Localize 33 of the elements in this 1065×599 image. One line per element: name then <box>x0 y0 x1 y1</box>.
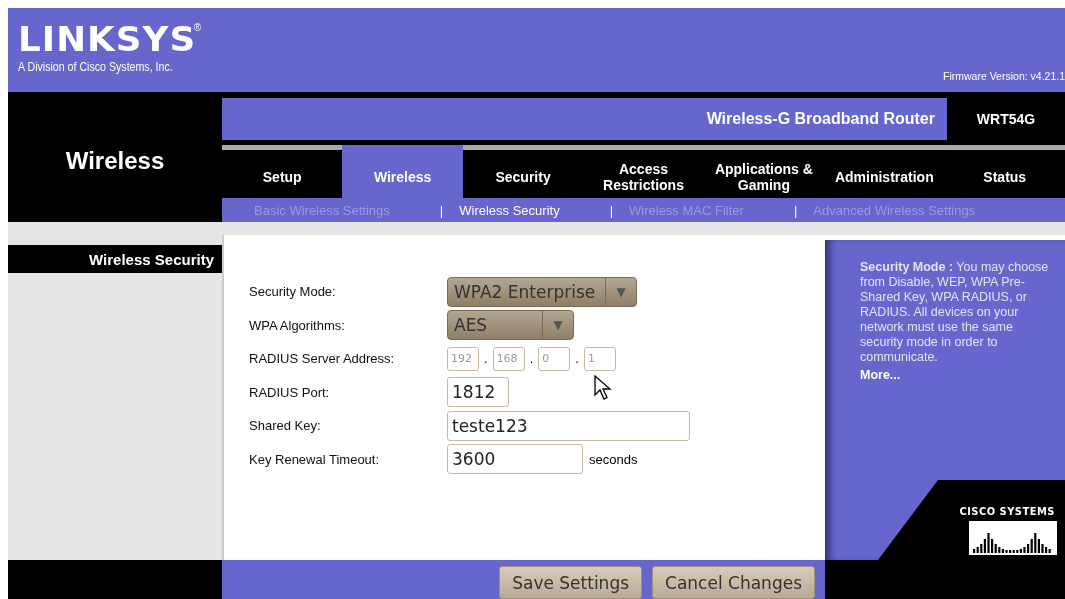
bridge-logo-icon <box>969 521 1057 555</box>
nav-tab[interactable]: Wireless <box>342 145 463 198</box>
sub-tab[interactable]: Wireless Security <box>459 202 560 218</box>
text-field[interactable]: teste123 <box>447 410 690 441</box>
tagline: A Division of Cisco Systems, Inc. <box>18 60 174 74</box>
dot-separator: . <box>529 351 534 367</box>
product-title: Wireless-G Broadband Router <box>222 98 947 140</box>
dropdown[interactable]: WPA2 Enterprise ▼ <box>447 276 637 307</box>
more-link[interactable]: More... <box>860 368 901 382</box>
section-title: Wireless <box>64 146 166 176</box>
brand-name: CISCO SYSTEMS <box>959 505 1055 518</box>
firmware-version: Firmware Version: v4.21.1 <box>943 70 1065 82</box>
model-name: WRT54G <box>975 110 1037 129</box>
field-label: Security Mode: <box>249 284 337 300</box>
cursor-icon <box>594 375 612 401</box>
separator: | <box>793 202 798 218</box>
unit-label: seconds <box>589 451 638 467</box>
dot-separator: . <box>575 351 579 367</box>
field-label: Key Renewal Timeout: <box>249 451 381 467</box>
separator: | <box>439 202 444 218</box>
field-label: Shared Key: <box>249 418 322 434</box>
text-field[interactable]: 3600 <box>447 444 583 475</box>
action-button[interactable]: Save Settings <box>499 566 643 599</box>
field-label: RADIUS Port: <box>249 384 331 400</box>
field-label: WPA Algorithms: <box>249 317 346 333</box>
help-text: Security Mode : You may choose from Disable, WEP, WPA Pre-Shared Key, WPA RADIUS, or RADIUS. All devices on your network must use the same security mode in order to communicate. <box>860 260 1050 365</box>
dot-separator: . <box>484 351 488 367</box>
action-button[interactable]: Cancel Changes <box>652 566 815 599</box>
sidebar-heading: Wireless Security <box>8 245 222 273</box>
dropdown[interactable]: AES ▼ <box>447 310 574 341</box>
separator: | <box>609 202 614 218</box>
text-field[interactable]: 1812 <box>447 377 509 408</box>
field-label: RADIUS Server Address: <box>249 351 396 367</box>
